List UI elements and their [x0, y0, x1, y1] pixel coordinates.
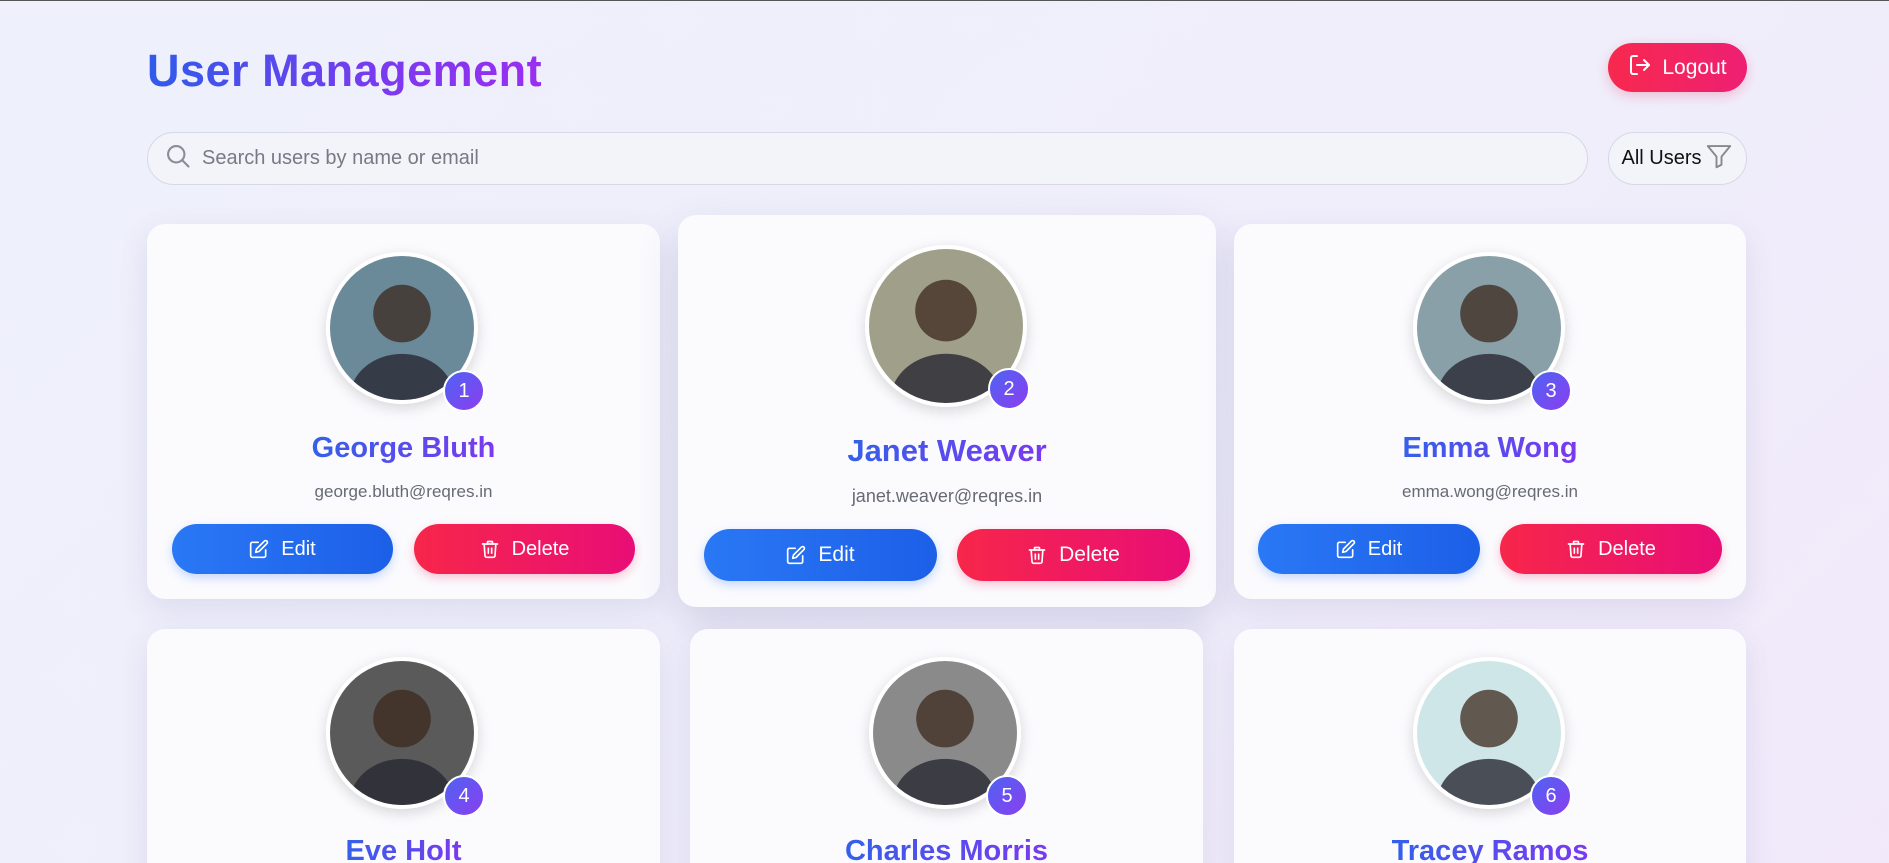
user-name-text: Emma Wong	[1402, 431, 1578, 464]
user-name: Tracey Ramos	[1234, 835, 1746, 863]
user-id-badge: 6	[1530, 775, 1572, 817]
user-id-badge: 4	[443, 775, 485, 817]
user-name: Charles Morris	[690, 835, 1203, 863]
delete-button-label: Delete	[1598, 537, 1656, 560]
user-email: janet.weaver@reqres.in	[851, 486, 1043, 506]
search-bar	[147, 132, 1588, 185]
user-card: 6 Tracey Ramos	[1234, 629, 1746, 863]
filter-icon	[1704, 141, 1734, 177]
edit-button[interactable]: Edit	[172, 524, 393, 574]
page-title: User Management	[147, 45, 543, 96]
user-name-text: Janet Weaver	[847, 432, 1047, 468]
edit-button-label: Edit	[281, 537, 316, 560]
user-card: 2 Janet Weaver janet.weaver@reqres.in Edit D…	[678, 215, 1216, 607]
filter-label: All Users	[1621, 147, 1702, 169]
user-card: 3 Emma Wong emma.wong@reqres.in Edit Delete	[1234, 224, 1746, 599]
trash-icon	[1566, 539, 1586, 559]
user-name: Emma Wong	[1234, 432, 1746, 465]
user-name-text: Tracey Ramos	[1392, 835, 1589, 863]
user-email: george.bluth@reqres.in	[314, 482, 493, 501]
user-id-badge: 2	[988, 368, 1030, 410]
delete-button-label: Delete	[1059, 543, 1120, 566]
trash-icon	[480, 539, 500, 559]
user-id-badge: 1	[443, 370, 485, 412]
edit-icon	[786, 545, 806, 565]
user-name: Janet Weaver	[678, 433, 1216, 469]
user-name: Eve Holt	[147, 835, 660, 863]
delete-button-label: Delete	[511, 537, 570, 560]
user-card: 1 George Bluth george.bluth@reqres.in Edit D…	[147, 224, 660, 599]
search-icon	[164, 142, 192, 175]
logout-label: Logout	[1662, 55, 1727, 79]
logout-icon	[1628, 53, 1652, 83]
trash-icon	[1027, 545, 1047, 565]
user-email: emma.wong@reqres.in	[1402, 482, 1578, 501]
user-name-text: Eve Holt	[345, 835, 461, 863]
delete-button[interactable]: Delete	[414, 524, 635, 574]
edit-icon	[249, 539, 269, 559]
filter-dropdown[interactable]: All Users	[1608, 132, 1747, 185]
user-id-badge: 5	[986, 775, 1028, 817]
user-name: George Bluth	[147, 432, 660, 465]
edit-icon	[1336, 539, 1356, 559]
user-name-text: Charles Morris	[845, 835, 1048, 863]
user-name-text: George Bluth	[311, 431, 496, 464]
edit-button[interactable]: Edit	[1258, 524, 1480, 574]
delete-button[interactable]: Delete	[1500, 524, 1722, 574]
user-card: 4 Eve Holt	[147, 629, 660, 863]
logout-button[interactable]: Logout	[1608, 43, 1747, 92]
edit-button[interactable]: Edit	[704, 529, 937, 581]
user-id-badge: 3	[1530, 370, 1572, 412]
edit-button-label: Edit	[1367, 537, 1403, 560]
search-input[interactable]	[202, 147, 1587, 170]
user-card: 5 Charles Morris	[690, 629, 1203, 863]
edit-button-label: Edit	[818, 543, 855, 566]
delete-button[interactable]: Delete	[957, 529, 1190, 581]
